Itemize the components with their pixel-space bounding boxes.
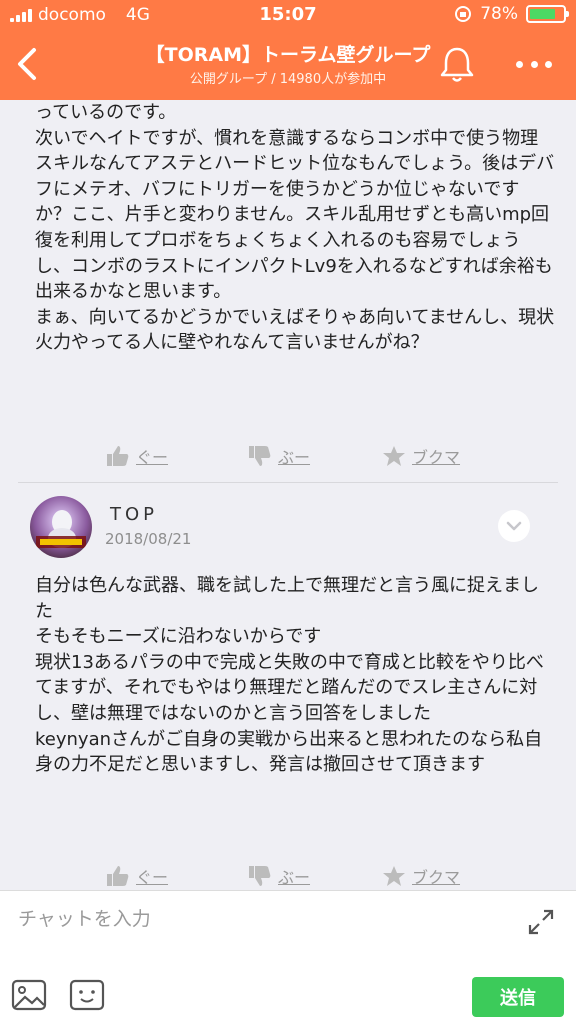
- battery-fill: [530, 9, 555, 19]
- chat-input[interactable]: [18, 899, 498, 939]
- bookmark-button[interactable]: ブクマ: [382, 864, 460, 888]
- boo-label: ぶー: [278, 448, 311, 467]
- status-bar: docomo 4G 15:07 78%: [0, 0, 576, 30]
- thumbs-down-icon: [249, 866, 271, 886]
- expand-icon: [528, 909, 554, 935]
- app-header: docomo 4G 15:07 78% 【TORAM】トーラム壁グループ 公開グ…: [0, 0, 576, 100]
- good-button[interactable]: ぐー: [106, 864, 168, 888]
- message-body: 自分は色んな武器、職を試した上で無理だと言う風に捉えました そもそもニーズに沿わ…: [35, 575, 544, 776]
- post-username[interactable]: TOP: [110, 504, 158, 525]
- message-body: っているのです。 次いでヘイトですが、慣れを意識するならコンボ中で使う物理スキル…: [35, 102, 555, 354]
- avatar-image: [30, 496, 92, 558]
- chat-composer: 送信: [0, 890, 576, 1024]
- good-label: ぐー: [136, 868, 169, 887]
- thumbs-down-icon: [249, 446, 271, 466]
- star-icon: [383, 446, 405, 466]
- expand-button[interactable]: [526, 907, 556, 937]
- send-button[interactable]: 送信: [472, 977, 564, 1017]
- thumbs-up-icon: [107, 866, 129, 886]
- message-list[interactable]: っているのです。 次いでヘイトですが、慣れを意識するならコンボ中で使う物理スキル…: [0, 100, 576, 890]
- boo-button[interactable]: ぶー: [248, 864, 310, 888]
- boo-label: ぶー: [278, 868, 311, 887]
- notification-button[interactable]: [438, 44, 476, 84]
- bell-icon: [440, 47, 474, 82]
- page-title: 【TORAM】トーラム壁グループ: [145, 44, 431, 66]
- star-icon: [383, 866, 405, 886]
- image-icon: [11, 979, 47, 1011]
- nav-bar: 【TORAM】トーラム壁グループ 公開グループ / 14980人が参加中: [0, 32, 576, 98]
- battery-icon: [526, 5, 569, 23]
- boo-button[interactable]: ぶー: [248, 444, 310, 468]
- avatar[interactable]: [30, 496, 92, 558]
- bookmark-label: ブクマ: [412, 448, 461, 467]
- stamp-button[interactable]: [68, 977, 106, 1013]
- good-button[interactable]: ぐー: [106, 444, 168, 468]
- thumbs-up-icon: [107, 446, 129, 466]
- image-attach-button[interactable]: [10, 977, 48, 1013]
- more-dot-icon: [530, 60, 538, 68]
- post-options-button[interactable]: [498, 510, 530, 542]
- reaction-bar: ぐー ぶー ブクマ: [0, 856, 576, 890]
- more-dot-icon: [516, 60, 523, 68]
- more-dot-icon: [545, 60, 552, 68]
- reaction-bar: ぐー ぶー ブクマ: [0, 436, 576, 476]
- bookmark-button[interactable]: ブクマ: [382, 444, 460, 468]
- page-subtitle: 公開グループ / 14980人が参加中: [189, 72, 387, 87]
- orientation-lock-icon: [455, 6, 472, 22]
- post-date: 2018/08/21: [105, 530, 192, 548]
- smiley-icon: [69, 979, 105, 1011]
- more-menu-button[interactable]: [512, 44, 556, 84]
- bookmark-label: ブクマ: [412, 868, 461, 887]
- status-right: 78%: [454, 4, 569, 24]
- battery-percent: 78%: [480, 4, 518, 24]
- good-label: ぐー: [136, 448, 169, 467]
- chevron-down-icon: [506, 521, 522, 531]
- divider: [18, 482, 558, 483]
